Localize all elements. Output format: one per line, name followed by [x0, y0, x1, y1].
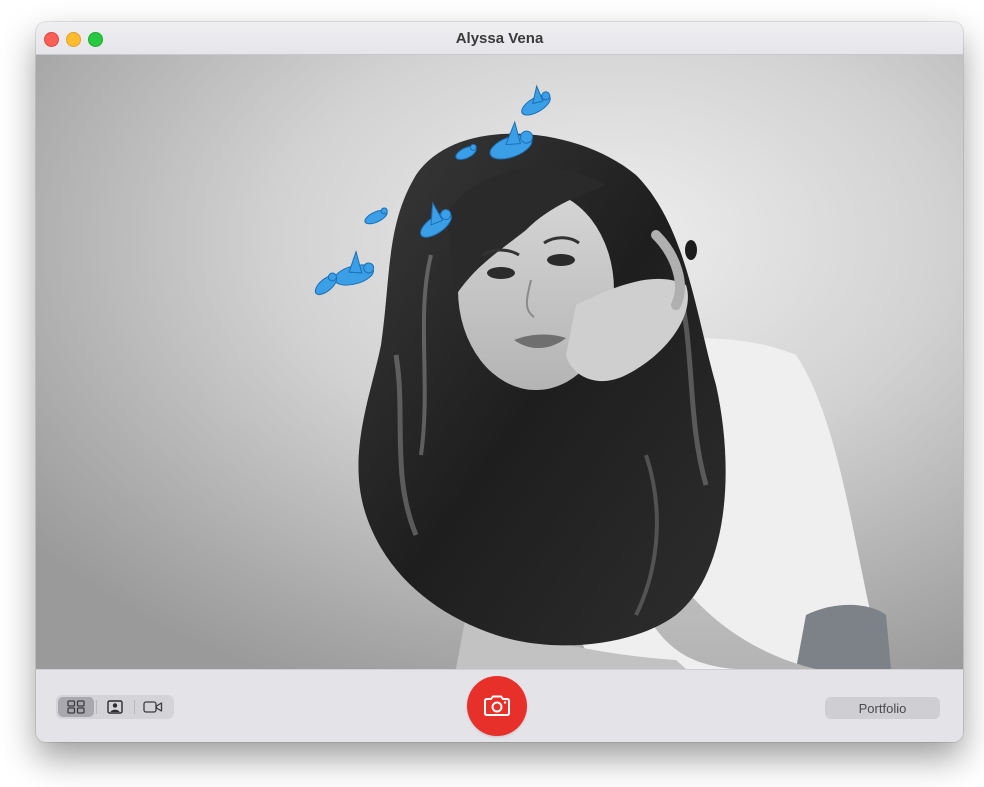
camera-toolbar: Portfolio — [36, 669, 963, 742]
camera-icon — [484, 695, 510, 716]
title-bar[interactable]: Alyssa Vena — [36, 22, 963, 55]
capture-mode-selector — [56, 695, 174, 719]
grid-mode-button[interactable] — [58, 697, 94, 717]
grid-icon — [67, 700, 85, 714]
app-window: Alyssa Vena Portfolio — [36, 22, 963, 742]
photo-mode-button[interactable] — [97, 697, 133, 717]
camera-viewfinder — [36, 55, 963, 669]
video-icon — [143, 701, 163, 713]
portrait-icon — [107, 700, 123, 714]
portfolio-button[interactable]: Portfolio — [825, 697, 940, 719]
video-mode-button[interactable] — [135, 697, 171, 717]
portrait-image — [36, 55, 963, 669]
window-title: Alyssa Vena — [455, 30, 544, 47]
take-photo-button[interactable] — [467, 676, 527, 736]
